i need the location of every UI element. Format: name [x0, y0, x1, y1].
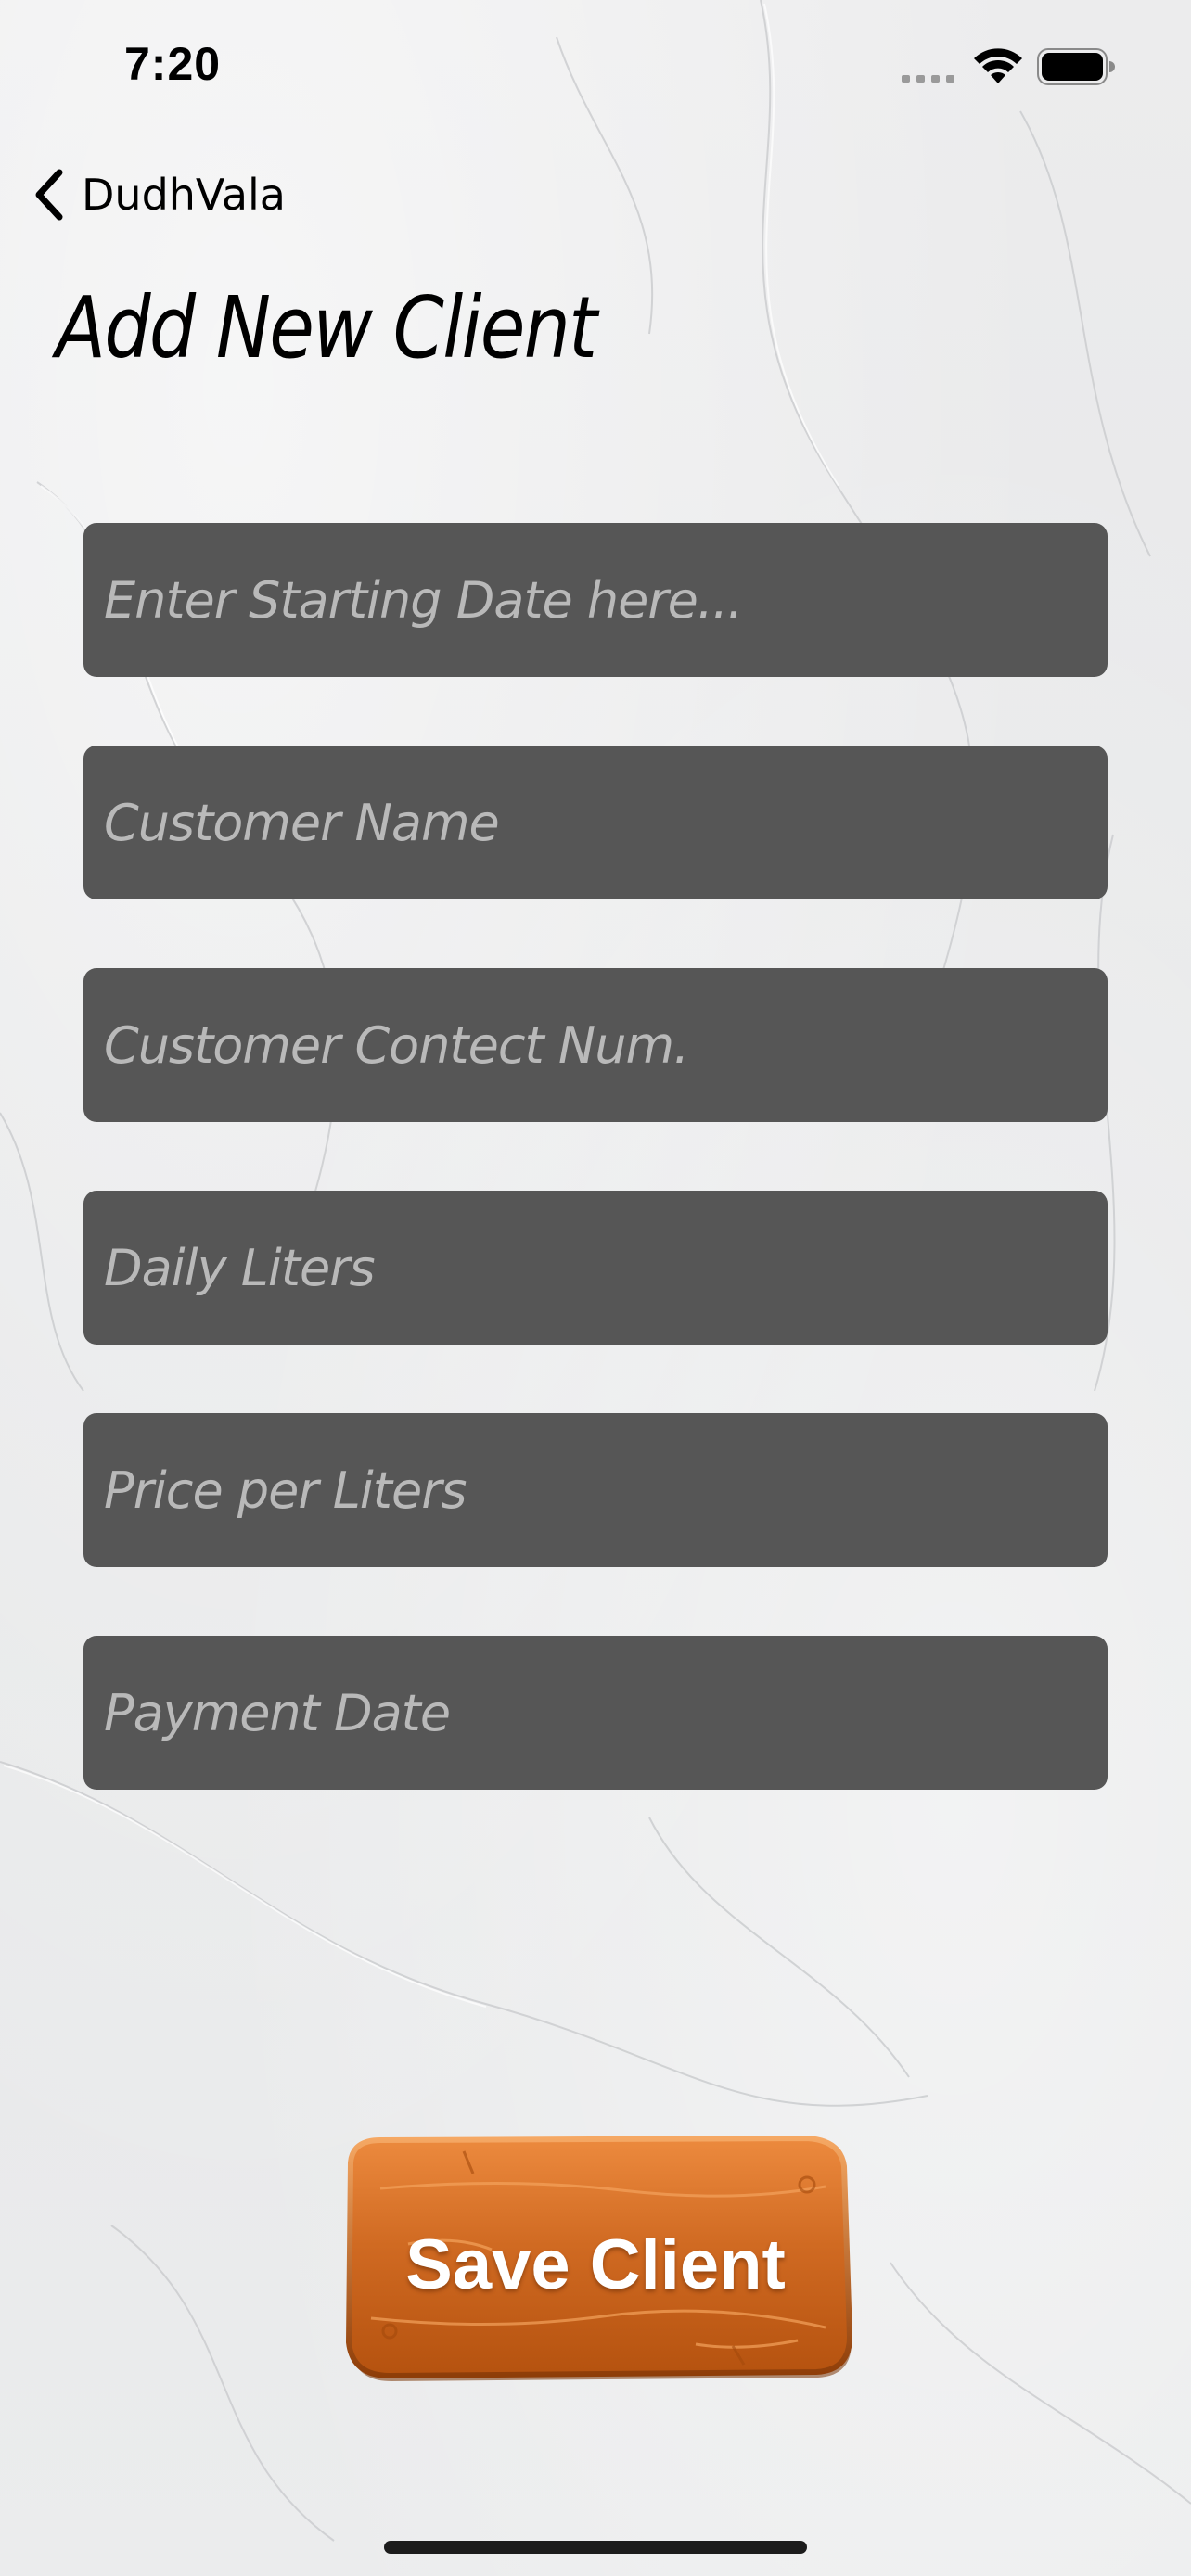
cellular-signal-icon: [902, 75, 954, 83]
status-time: 7:20: [124, 38, 222, 90]
daily-liters-input[interactable]: [83, 1191, 1108, 1345]
daily-liters-field[interactable]: [83, 1191, 1108, 1345]
save-client-button-label: Save Client: [405, 2225, 786, 2304]
customer-contact-field[interactable]: [83, 968, 1108, 1122]
customer-name-input[interactable]: [83, 746, 1108, 899]
price-per-liter-input[interactable]: [83, 1413, 1108, 1567]
home-indicator[interactable]: [384, 2541, 807, 2554]
payment-date-field[interactable]: [83, 1636, 1108, 1790]
wifi-icon: [974, 48, 1022, 83]
battery-icon: [1037, 48, 1115, 85]
page-title: Add New Client: [56, 278, 597, 377]
save-client-button[interactable]: Save Client: [325, 2133, 866, 2387]
back-button[interactable]: DudhVala: [28, 158, 286, 232]
starting-date-input[interactable]: [83, 523, 1108, 677]
customer-contact-input[interactable]: [83, 968, 1108, 1122]
payment-date-input[interactable]: [83, 1636, 1108, 1790]
back-button-label: DudhVala: [82, 170, 286, 220]
status-bar: 7:20: [0, 0, 1191, 130]
price-per-liter-field[interactable]: [83, 1413, 1108, 1567]
chevron-left-icon: [35, 169, 63, 221]
starting-date-field[interactable]: [83, 523, 1108, 677]
customer-name-field[interactable]: [83, 746, 1108, 899]
